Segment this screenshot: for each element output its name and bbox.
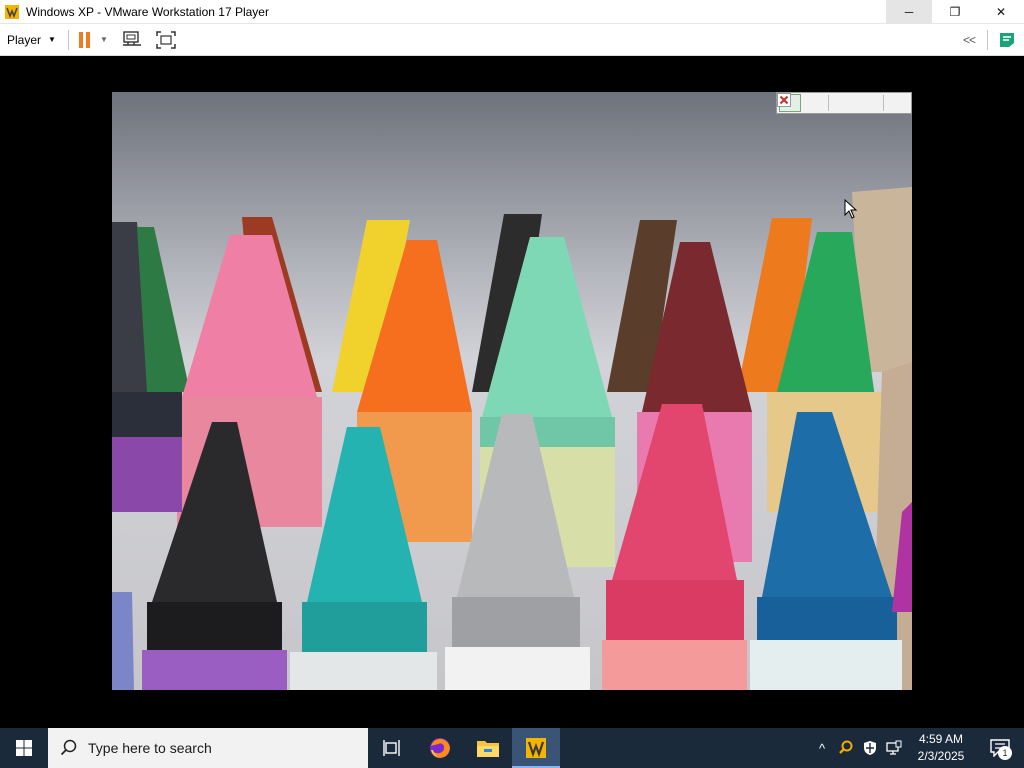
collapse-toolbar-button[interactable]: << [963, 33, 976, 47]
vm-guest-screen[interactable] [0, 56, 1024, 728]
windows-taskbar: Type here to search ^ 4:59 AM 2/3/2025 1 [0, 728, 1024, 768]
window-title: Windows XP - VMware Workstation 17 Playe… [26, 4, 269, 19]
vmware-app-icon [5, 4, 19, 19]
search-placeholder: Type here to search [88, 740, 212, 756]
show-hidden-icons-chevron[interactable]: ^ [810, 728, 834, 768]
file-explorer-taskbar-button[interactable] [464, 728, 512, 768]
slideshow-controls [776, 92, 912, 114]
maximize-icon: ❐ [949, 5, 961, 19]
mouse-cursor-icon [844, 199, 858, 219]
player-toolbar: Player ▼ ▼ << [0, 24, 1024, 56]
chevron-down-icon: ▼ [48, 35, 56, 44]
picture-viewer-slideshow [112, 92, 912, 690]
minimize-button[interactable]: ─ [886, 0, 932, 24]
message-log-button[interactable] [998, 31, 1016, 49]
pause-icon-bar [85, 31, 90, 48]
task-view-icon [383, 740, 400, 756]
send-ctrl-alt-del-button[interactable] [122, 30, 142, 49]
pause-icon [78, 31, 83, 48]
message-log-icon [1000, 33, 1014, 47]
maximize-button[interactable]: ❐ [932, 0, 978, 24]
next-button[interactable] [778, 94, 880, 112]
title-bar: Windows XP - VMware Workstation 17 Playe… [0, 0, 1024, 24]
player-menu-button[interactable]: Player ▼ [7, 33, 56, 47]
action-center-button[interactable]: 1 [976, 728, 1024, 768]
taskbar-search-box[interactable]: Type here to search [48, 728, 368, 768]
start-button[interactable] [0, 728, 48, 768]
security-shield-icon[interactable] [858, 728, 882, 768]
firefox-icon [430, 738, 450, 758]
previous-button[interactable] [778, 94, 856, 112]
system-tray: ^ 4:59 AM 2/3/2025 1 [810, 728, 1024, 768]
close-icon: ✕ [995, 5, 1007, 19]
vmware-player-taskbar-button[interactable] [512, 728, 560, 768]
vmware-player-icon [526, 738, 546, 758]
send-ctrl-alt-del-icon [122, 30, 141, 46]
task-view-button[interactable] [368, 728, 416, 768]
firefox-taskbar-button[interactable] [416, 728, 464, 768]
clock-date: 2/3/2025 [917, 749, 965, 763]
pause-vm-button[interactable] [78, 31, 90, 48]
fullscreen-icon [156, 30, 176, 49]
search-icon [60, 739, 78, 757]
network-icon[interactable] [882, 728, 906, 768]
toolbar-divider [67, 29, 69, 50]
crayons-photo [112, 187, 912, 690]
close-slideshow-button[interactable] [777, 93, 911, 112]
clock-time: 4:59 AM [918, 732, 964, 746]
notification-count-badge: 1 [998, 746, 1012, 760]
slideshow-divider [828, 95, 829, 111]
taskbar-clock[interactable]: 4:59 AM 2/3/2025 [906, 731, 976, 765]
search-tray-icon[interactable] [834, 728, 858, 768]
windows-logo-icon [16, 740, 32, 756]
file-explorer-icon [477, 741, 499, 757]
fullscreen-button[interactable] [156, 30, 176, 49]
power-options-dropdown[interactable]: ▼ [100, 35, 108, 44]
pause-slideshow-button[interactable] [779, 94, 825, 112]
close-button[interactable]: ✕ [978, 0, 1024, 24]
toolbar-divider [987, 30, 988, 50]
slideshow-divider [883, 95, 884, 111]
minimize-icon: ─ [904, 5, 914, 19]
close-icon [777, 93, 791, 107]
player-menu-label: Player [7, 32, 42, 47]
